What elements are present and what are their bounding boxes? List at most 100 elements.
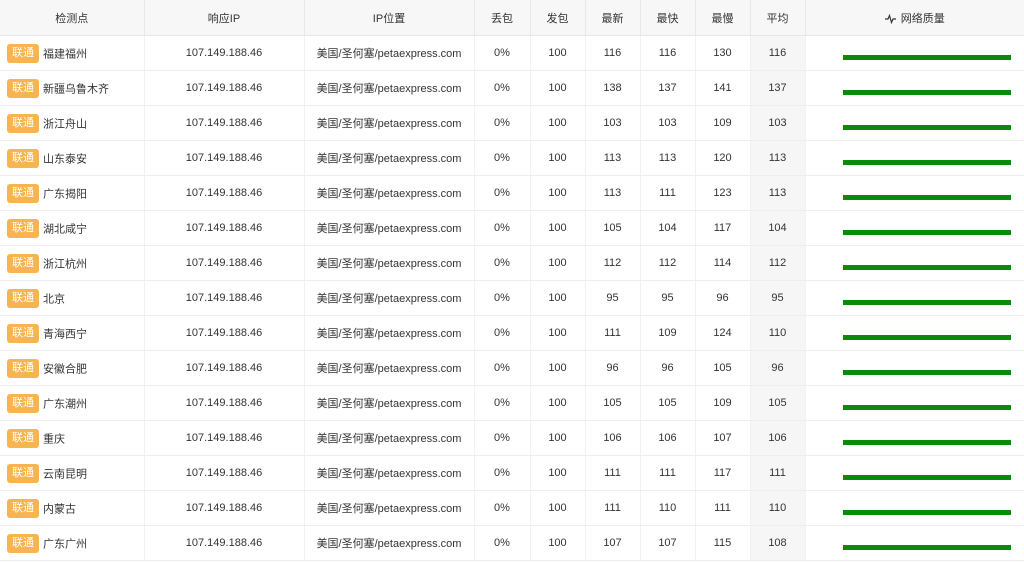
table-row[interactable]: 联通 广东揭阳 107.149.188.46 美国/圣何塞/petaexpress.c… [0, 175, 1024, 211]
table-row[interactable]: 联通 福建福州 107.149.188.46 美国/圣何塞/petaexpress.c… [0, 35, 1024, 71]
quality-bar [842, 230, 1011, 235]
quality-cell [805, 70, 1024, 106]
ip-location-cell: 美国/圣何塞/petaexpress.com [304, 175, 475, 211]
header-quality-label: 网络质量 [900, 12, 945, 25]
location-name: 浙江杭州 [43, 258, 87, 270]
latest-cell: 106 [585, 420, 641, 456]
location-cell: 联通 安徽合肥 [0, 350, 145, 386]
ip-cell: 107.149.188.46 [144, 350, 305, 386]
ip-cell: 107.149.188.46 [144, 490, 305, 526]
slowest-cell: 117 [695, 455, 751, 491]
header-latest[interactable]: 最新 [585, 0, 641, 36]
table-row[interactable]: 联通 广东广州 107.149.188.46 美国/圣何塞/petaexpress.c… [0, 525, 1024, 561]
quality-bar [842, 405, 1011, 410]
location-name: 山东泰安 [43, 153, 87, 165]
header-sent[interactable]: 发包 [530, 0, 586, 36]
average-cell: 104 [750, 210, 806, 246]
quality-cell [805, 175, 1024, 211]
table-row[interactable]: 联通 浙江舟山 107.149.188.46 美国/圣何塞/petaexpress.c… [0, 105, 1024, 141]
slowest-cell: 123 [695, 175, 751, 211]
isp-badge: 联通 [7, 43, 39, 63]
isp-badge: 联通 [7, 428, 39, 448]
quality-cell [805, 315, 1024, 351]
sent-cell: 100 [530, 420, 586, 456]
latest-cell: 105 [585, 385, 641, 421]
table-row[interactable]: 联通 云南昆明 107.149.188.46 美国/圣何塞/petaexpress.c… [0, 455, 1024, 491]
isp-badge: 联通 [7, 218, 39, 238]
loss-cell: 0% [474, 385, 531, 421]
location-cell: 联通 湖北咸宁 [0, 210, 145, 246]
table-row[interactable]: 联通 内蒙古 107.149.188.46 美国/圣何塞/petaexpress.co… [0, 490, 1024, 526]
loss-cell: 0% [474, 175, 531, 211]
header-ip-location[interactable]: IP位置 [304, 0, 475, 36]
quality-bar [842, 475, 1011, 480]
quality-cell [805, 280, 1024, 316]
fastest-cell: 111 [640, 455, 696, 491]
isp-badge: 联通 [7, 78, 39, 98]
quality-bar [842, 55, 1011, 60]
location-cell: 联通 广东揭阳 [0, 175, 145, 211]
latest-cell: 112 [585, 245, 641, 281]
fastest-cell: 137 [640, 70, 696, 106]
header-loss[interactable]: 丢包 [474, 0, 531, 36]
ip-cell: 107.149.188.46 [144, 280, 305, 316]
loss-cell: 0% [474, 525, 531, 561]
sent-cell: 100 [530, 525, 586, 561]
location-name: 安徽合肥 [43, 363, 87, 375]
header-average[interactable]: 平均 [750, 0, 806, 36]
location-name: 云南昆明 [43, 468, 87, 480]
ip-cell: 107.149.188.46 [144, 175, 305, 211]
latest-cell: 107 [585, 525, 641, 561]
table-row[interactable]: 联通 广东潮州 107.149.188.46 美国/圣何塞/petaexpress.c… [0, 385, 1024, 421]
location-cell: 联通 山东泰安 [0, 140, 145, 176]
location-name: 广东广州 [43, 538, 87, 550]
table-body: 联通 福建福州 107.149.188.46 美国/圣何塞/petaexpress.c… [0, 35, 1024, 561]
table-row[interactable]: 联通 浙江杭州 107.149.188.46 美国/圣何塞/petaexpress.c… [0, 245, 1024, 281]
table-row[interactable]: 联通 山东泰安 107.149.188.46 美国/圣何塞/petaexpress.c… [0, 140, 1024, 176]
location-cell: 联通 青海西宁 [0, 315, 145, 351]
quality-bar [842, 265, 1011, 270]
header-ip[interactable]: 响应IP [144, 0, 305, 36]
location-cell: 联通 浙江杭州 [0, 245, 145, 281]
quality-cell [805, 35, 1024, 71]
header-quality[interactable]: 网络质量 [805, 0, 1024, 36]
header-slowest[interactable]: 最慢 [695, 0, 751, 36]
table-row[interactable]: 联通 北京 107.149.188.46 美国/圣何塞/petaexpress.com… [0, 280, 1024, 316]
slowest-cell: 96 [695, 280, 751, 316]
header-fastest[interactable]: 最快 [640, 0, 696, 36]
header-location[interactable]: 检测点 [0, 0, 145, 36]
table-row[interactable]: 联通 青海西宁 107.149.188.46 美国/圣何塞/petaexpress.c… [0, 315, 1024, 351]
isp-badge: 联通 [7, 253, 39, 273]
location-name: 浙江舟山 [43, 118, 87, 130]
table-row[interactable]: 联通 湖北咸宁 107.149.188.46 美国/圣何塞/petaexpress.c… [0, 210, 1024, 246]
latest-cell: 111 [585, 490, 641, 526]
ip-location-cell: 美国/圣何塞/petaexpress.com [304, 490, 475, 526]
ip-cell: 107.149.188.46 [144, 35, 305, 71]
slowest-cell: 109 [695, 105, 751, 141]
location-cell: 联通 内蒙古 [0, 490, 145, 526]
isp-badge: 联通 [7, 323, 39, 343]
quality-cell [805, 105, 1024, 141]
isp-badge: 联通 [7, 288, 39, 308]
slowest-cell: 120 [695, 140, 751, 176]
location-cell: 联通 广东潮州 [0, 385, 145, 421]
table-row[interactable]: 联通 重庆 107.149.188.46 美国/圣何塞/petaexpress.com… [0, 420, 1024, 456]
ip-cell: 107.149.188.46 [144, 210, 305, 246]
average-cell: 113 [750, 140, 806, 176]
quality-cell [805, 350, 1024, 386]
average-cell: 106 [750, 420, 806, 456]
fastest-cell: 104 [640, 210, 696, 246]
fastest-cell: 103 [640, 105, 696, 141]
location-name: 广东潮州 [43, 398, 87, 410]
slowest-cell: 109 [695, 385, 751, 421]
slowest-cell: 141 [695, 70, 751, 106]
slowest-cell: 115 [695, 525, 751, 561]
table-row[interactable]: 联通 安徽合肥 107.149.188.46 美国/圣何塞/petaexpress.c… [0, 350, 1024, 386]
quality-cell [805, 420, 1024, 456]
loss-cell: 0% [474, 420, 531, 456]
isp-badge: 联通 [7, 148, 39, 168]
average-cell: 95 [750, 280, 806, 316]
ip-location-cell: 美国/圣何塞/petaexpress.com [304, 70, 475, 106]
quality-cell [805, 140, 1024, 176]
table-row[interactable]: 联通 新疆乌鲁木齐 107.149.188.46 美国/圣何塞/petaexpress… [0, 70, 1024, 106]
